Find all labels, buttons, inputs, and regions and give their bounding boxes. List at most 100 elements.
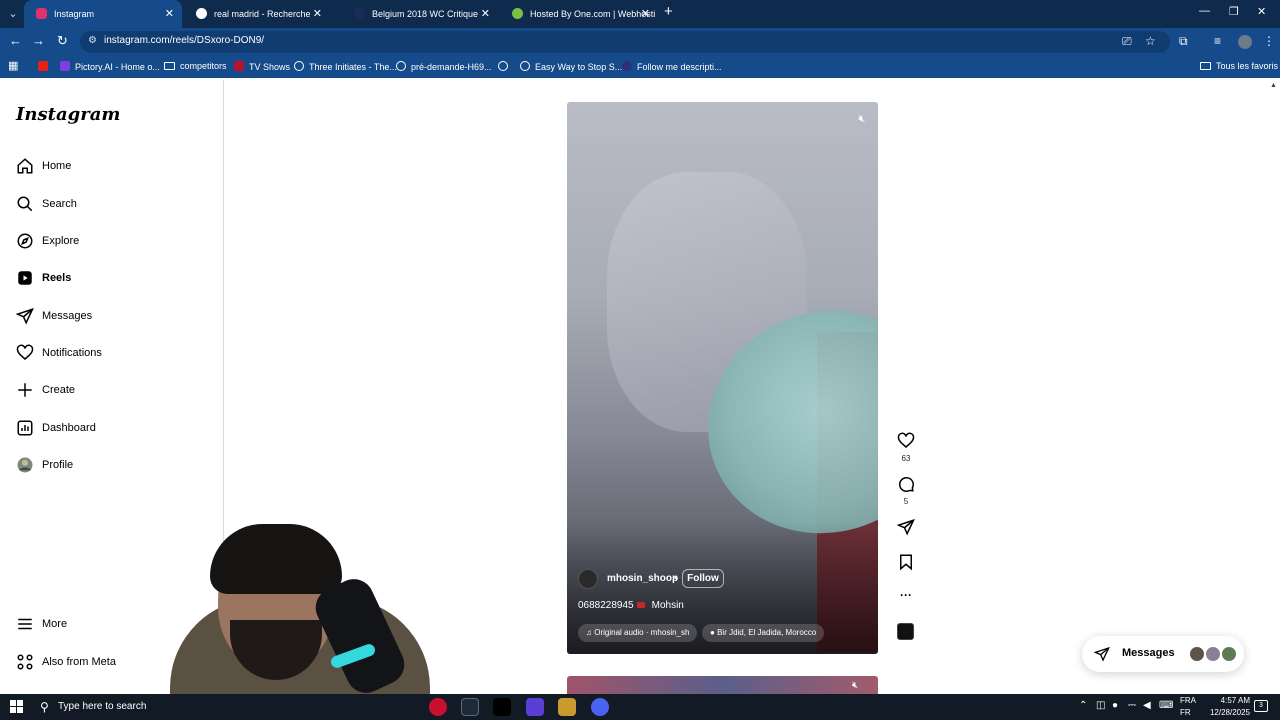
sidebar-item-label: Create — [42, 384, 76, 396]
tab-one-com[interactable]: Hosted By One.com | Webhosti ✕ — [500, 0, 658, 28]
globe-icon — [396, 61, 406, 71]
globe-icon — [622, 61, 632, 71]
taskbar-app-icon[interactable] — [429, 698, 447, 716]
morocco-flag-icon — [636, 602, 645, 608]
sidebar-item-home[interactable]: Home — [14, 154, 214, 178]
taskbar-file-explorer-icon[interactable] — [558, 698, 576, 716]
new-tab-icon[interactable]: + — [664, 3, 673, 20]
sidebar-item-create[interactable]: Create — [14, 378, 214, 402]
scroll-up-icon[interactable]: ▲ — [1270, 82, 1277, 89]
all-bookmarks[interactable]: Tous les favoris — [1200, 61, 1278, 71]
keyboard-icon[interactable]: ⌨︎ — [1159, 700, 1173, 711]
more-options-icon[interactable]: ··· — [894, 588, 918, 602]
site-favicon-icon — [354, 8, 365, 19]
explore-icon — [17, 233, 33, 249]
bookmark-tv-shows[interactable]: TV Shows — [234, 61, 290, 72]
follow-button[interactable]: Follow — [682, 569, 724, 588]
reload-icon[interactable]: ↻ — [57, 33, 68, 49]
close-window-icon[interactable]: ✕ — [1257, 5, 1266, 18]
dashboard-icon — [17, 420, 33, 436]
close-tab-icon[interactable]: ✕ — [313, 0, 322, 28]
messages-floating-button[interactable]: Messages — [1082, 636, 1244, 672]
caption-name: Mohsin — [651, 600, 684, 611]
tab-belgium-critique[interactable]: Belgium 2018 WC Critique ✕ — [342, 0, 498, 28]
sidebar-item-dashboard[interactable]: Dashboard — [14, 416, 214, 440]
close-tab-icon[interactable]: ✕ — [481, 0, 490, 28]
sidebar-item-search[interactable]: Search — [14, 192, 214, 216]
taskbar-app-icon[interactable] — [526, 698, 544, 716]
taskbar-tiktok-icon[interactable] — [493, 698, 511, 716]
comment-button[interactable]: 5 — [894, 475, 918, 506]
media-control-icon[interactable]: ≡ — [1214, 34, 1221, 48]
music-note-icon: ♫ — [586, 628, 592, 637]
taskbar-davinci-icon[interactable] — [461, 698, 479, 716]
bookmark-youtube[interactable] — [38, 61, 53, 72]
sidebar-item-label: Explore — [42, 235, 80, 247]
sidebar-item-label: Reels — [42, 272, 72, 284]
bookmark-label: TV Shows — [249, 62, 291, 72]
browser-menu-icon[interactable]: ⋮ — [1263, 34, 1275, 48]
mute-icon[interactable]: 🔇︎ — [852, 680, 858, 691]
tab-google-search[interactable]: real madrid - Recherche Googl ✕ — [184, 0, 330, 28]
search-icon — [17, 196, 33, 212]
system-clock[interactable]: 4:57 AM 12/28/2025 — [1196, 695, 1250, 719]
close-tab-icon[interactable]: ✕ — [165, 0, 174, 28]
sidebar-item-explore[interactable]: Explore — [14, 229, 214, 253]
restore-icon[interactable]: ❐ — [1229, 5, 1239, 18]
apps-grid-icon[interactable]: ▦ — [8, 59, 18, 72]
forward-icon[interactable]: → — [32, 33, 45, 48]
url-field[interactable]: ⚙ instagram.com/reels/DSxoro-DON9/ — [80, 31, 1170, 53]
install-app-icon[interactable]: ⎚ — [1122, 34, 1132, 49]
plus-icon — [18, 383, 32, 397]
next-reel-video[interactable] — [567, 676, 878, 696]
sidebar-item-label: More — [42, 618, 68, 630]
browser-tab-bar: ⌄ Instagram ✕ real madrid - Recherche Go… — [0, 0, 1280, 28]
windows-start-icon[interactable] — [10, 700, 24, 714]
bookmark-three-initiates[interactable]: Three Initiates - The... — [294, 61, 397, 72]
webcam-overlay — [160, 520, 430, 700]
author-avatar[interactable] — [578, 569, 598, 589]
back-icon[interactable]: ← — [9, 33, 22, 48]
sidebar-item-label: Messages — [42, 310, 93, 322]
share-button[interactable] — [894, 518, 918, 541]
notification-center-icon[interactable]: 3 — [1254, 700, 1268, 712]
save-button[interactable] — [894, 553, 918, 576]
bookmark-star-icon[interactable]: ☆ — [1145, 34, 1156, 48]
tab-search-menu-icon[interactable]: ⌄ — [4, 5, 22, 23]
bookmark-pre-demande[interactable]: pré-demande-H69... — [396, 61, 492, 72]
bookmark-label: Three Initiates - The... — [309, 62, 397, 72]
tray-app-icon[interactable]: ◫ — [1096, 700, 1105, 711]
windows-taskbar: ⚲ Type here to search ⌃ ◫ ● ⎓ ◀︎ ⌨︎ FRA … — [0, 694, 1280, 720]
instagram-logo[interactable]: Instagram — [16, 104, 120, 125]
avatar — [1220, 645, 1238, 663]
original-audio-pill[interactable]: ♫ Original audio · mhosin_sh — [578, 624, 698, 642]
bookmark-easy-way[interactable]: Easy Way to Stop S... — [520, 61, 622, 72]
sidebar-item-reels[interactable]: Reels — [14, 266, 214, 290]
profile-avatar-icon[interactable] — [1238, 35, 1252, 49]
close-tab-icon[interactable]: ✕ — [641, 0, 650, 28]
extensions-icon[interactable]: ⧉ — [1179, 34, 1188, 49]
taskbar-search[interactable]: ⚲ Type here to search — [32, 694, 222, 720]
pictory-icon — [60, 61, 70, 71]
audio-thumbnail[interactable] — [897, 623, 914, 640]
bookmark-pictory[interactable]: Pictory.AI - Home o... — [60, 61, 160, 72]
location-pill[interactable]: ● Bir Jdid, El Jadida, Morocco — [702, 624, 825, 642]
mute-icon[interactable]: 🔇︎ — [852, 110, 872, 128]
tray-chevron-icon[interactable]: ⌃ — [1079, 700, 1087, 711]
author-username[interactable]: mhosin_shoop — [607, 573, 678, 584]
bookmark-competitors[interactable]: competitors — [164, 61, 227, 71]
like-button[interactable]: 63 — [894, 432, 918, 463]
input-language[interactable]: FRA FR — [1180, 695, 1196, 719]
bookmark-follow-me[interactable]: Follow me descripti... — [622, 61, 722, 72]
minimize-icon[interactable]: — — [1199, 5, 1210, 17]
sidebar-item-notifications[interactable]: Notifications — [14, 341, 214, 365]
sidebar-item-profile[interactable]: Profile — [14, 453, 214, 477]
volume-icon[interactable]: ◀︎ — [1143, 700, 1151, 711]
microphone-icon[interactable]: ● — [1112, 700, 1118, 711]
taskbar-chrome-icon[interactable] — [591, 698, 609, 716]
bookmark-globe[interactable] — [498, 61, 513, 72]
site-info-icon[interactable]: ⚙ — [88, 35, 97, 46]
network-icon[interactable]: ⎓ — [1128, 700, 1136, 711]
tab-instagram[interactable]: Instagram ✕ — [24, 0, 182, 28]
sidebar-item-messages[interactable]: Messages — [14, 304, 214, 328]
